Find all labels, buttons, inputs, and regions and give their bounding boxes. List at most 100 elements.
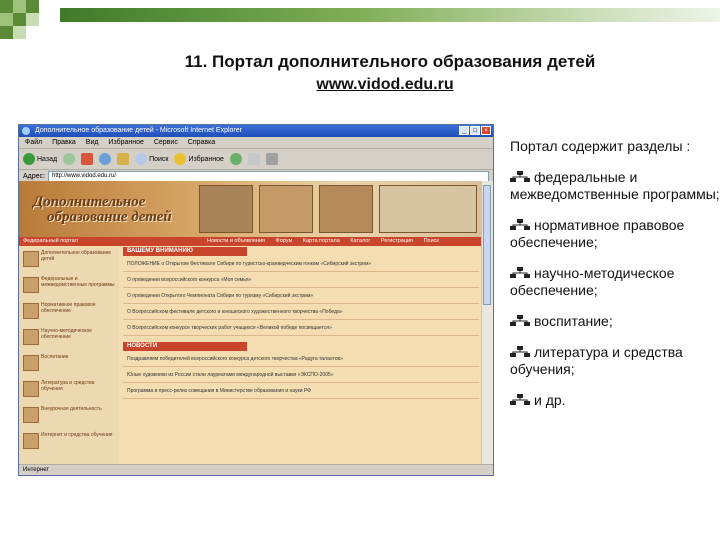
nav-federal-portal[interactable]: Федеральный портал — [23, 237, 78, 246]
site-sidebar: Дополнительное образование детей Федерал… — [19, 247, 119, 467]
notice-item[interactable]: О проведении всероссийского конкурса «Мо… — [123, 272, 479, 288]
print-button[interactable] — [265, 153, 278, 165]
forward-arrow-icon — [63, 153, 76, 165]
sidebar-item[interactable]: Внеурочная деятельность — [19, 403, 119, 429]
menu-tools[interactable]: Сервис — [154, 139, 178, 146]
mail-icon — [247, 153, 260, 165]
network-bullet-icon — [510, 171, 530, 182]
close-button[interactable]: × — [481, 126, 491, 135]
network-bullet-icon — [510, 346, 530, 357]
maximize-button[interactable]: □ — [470, 126, 480, 135]
menu-view[interactable]: Вид — [86, 139, 99, 146]
bullet-item: воспитание; — [510, 313, 720, 330]
sections-list: Портал содержит разделы : федеральные и … — [510, 138, 720, 423]
decor-square — [26, 13, 39, 26]
bullet-item: литература и средства обучения; — [510, 344, 683, 377]
address-label: Адрес: — [23, 172, 45, 180]
site-logo[interactable]: Дополнительное образование детей — [33, 195, 172, 225]
browser-window: Дополнительное образование детей - Micro… — [18, 124, 494, 476]
slide-title: 11. Портал дополнительного образования д… — [184, 52, 596, 71]
sidebar-item[interactable]: Дополнительное образование детей — [19, 247, 119, 273]
search-button[interactable]: Поиск — [135, 153, 168, 165]
back-button[interactable]: Назад — [23, 153, 57, 165]
decor-square — [0, 0, 13, 13]
history-icon — [229, 153, 242, 165]
favorites-button[interactable]: Избранное — [174, 153, 224, 165]
window-titlebar: Дополнительное образование детей - Micro… — [19, 125, 493, 137]
nav-sitemap[interactable]: Карта портала — [303, 238, 340, 244]
home-icon — [117, 153, 130, 165]
bullet-item: федеральные и межведомственные программы… — [510, 169, 720, 202]
back-arrow-icon — [23, 153, 35, 165]
window-title: Дополнительное образование детей - Micro… — [35, 127, 242, 134]
notice-item[interactable]: ПОЛОЖЕНИЕ о Открытом Фестивале Сибири по… — [123, 256, 479, 272]
network-bullet-icon — [510, 394, 530, 405]
nav-register[interactable]: Регистрация — [381, 238, 413, 244]
menu-help[interactable]: Справка — [188, 139, 215, 146]
home-button[interactable] — [117, 153, 130, 165]
decor-bar — [60, 8, 720, 22]
refresh-button[interactable] — [99, 153, 112, 165]
sidebar-item[interactable]: Нормативное правовое обеспечение — [19, 299, 119, 325]
notice-item[interactable]: О Всероссийском фестивале детского и юно… — [123, 304, 479, 320]
decor-square — [13, 13, 26, 26]
refresh-icon — [99, 153, 112, 165]
site-main: ВАШЕМУ ВНИМАНИЮ ПОЛОЖЕНИЕ о Открытом Фес… — [123, 247, 479, 467]
intro-text: Портал содержит разделы : — [510, 138, 691, 154]
address-input[interactable]: http://www.vidod.edu.ru/ — [47, 170, 489, 182]
scrollbar-thumb[interactable] — [483, 185, 491, 305]
sidebar-item[interactable]: Воспитание — [19, 351, 119, 377]
menu-edit[interactable]: Правка — [52, 139, 76, 146]
nav-news[interactable]: Новости и объявления — [207, 238, 265, 244]
menu-favorites[interactable]: Избранное — [108, 139, 143, 146]
section-header-attention: ВАШЕМУ ВНИМАНИЮ — [123, 247, 247, 256]
nav-search[interactable]: Поиск — [424, 238, 439, 244]
news-item[interactable]: Программа и пресс-релиз совещания в Мини… — [123, 383, 479, 399]
sidebar-item[interactable]: Федеральные и межведомственные программы — [19, 273, 119, 299]
bullet-item: научно-методическое обеспечение; — [510, 265, 675, 298]
sidebar-item[interactable]: Интернет и средства обучения — [19, 429, 119, 455]
bullet-item: и др. — [510, 392, 720, 409]
ie-icon — [22, 127, 30, 135]
vertical-scrollbar[interactable] — [481, 181, 493, 467]
decor-square — [0, 13, 13, 26]
banner-photo — [379, 185, 477, 233]
bullet-item: нормативное правовое обеспечение; — [510, 217, 685, 250]
news-item[interactable]: Поздравляем победителей всероссийского к… — [123, 351, 479, 367]
slide-url[interactable]: www.vidod.edu.ru — [0, 76, 720, 94]
network-bullet-icon — [510, 267, 530, 278]
printer-icon — [265, 153, 278, 165]
network-bullet-icon — [510, 219, 530, 230]
decor-square — [0, 26, 13, 39]
decor-square — [13, 0, 26, 13]
web-page: Дополнительное образование детей Федерал… — [19, 181, 483, 467]
search-icon — [135, 153, 148, 165]
minimize-button[interactable]: _ — [459, 126, 469, 135]
notice-item[interactable]: О проведении Открытого Чемпионата Сибири… — [123, 288, 479, 304]
stop-button[interactable] — [81, 153, 94, 165]
nav-forum[interactable]: Форум — [276, 238, 293, 244]
section-header-news: НОВОСТИ — [123, 342, 247, 351]
status-bar: Интернет — [19, 464, 493, 475]
toolbar: Назад Поиск Избранное — [19, 149, 493, 170]
notice-item[interactable]: О Всероссийском конкурсе творческих рабо… — [123, 320, 479, 336]
menu-bar: Файл Правка Вид Избранное Сервис Справка — [19, 137, 493, 149]
stop-icon — [81, 153, 94, 165]
sidebar-item[interactable]: Литература и средства обучения — [19, 377, 119, 403]
banner-photo — [319, 185, 373, 233]
site-banner: Дополнительное образование детей — [19, 181, 483, 237]
news-item[interactable]: Юные художники из России стали лауреатам… — [123, 367, 479, 383]
history-button[interactable] — [229, 153, 242, 165]
decor-square — [26, 0, 39, 13]
network-bullet-icon — [510, 315, 530, 326]
sidebar-item[interactable]: Научно-методическое обеспечение — [19, 325, 119, 351]
decor-square — [13, 26, 26, 39]
mail-button[interactable] — [247, 153, 260, 165]
nav-catalog[interactable]: Каталог — [350, 238, 370, 244]
banner-photo — [259, 185, 313, 233]
banner-photo — [199, 185, 253, 233]
site-nav: Федеральный портал Новости и объявления … — [19, 237, 483, 246]
menu-file[interactable]: Файл — [25, 139, 42, 146]
star-icon — [174, 153, 187, 165]
forward-button[interactable] — [63, 153, 76, 165]
